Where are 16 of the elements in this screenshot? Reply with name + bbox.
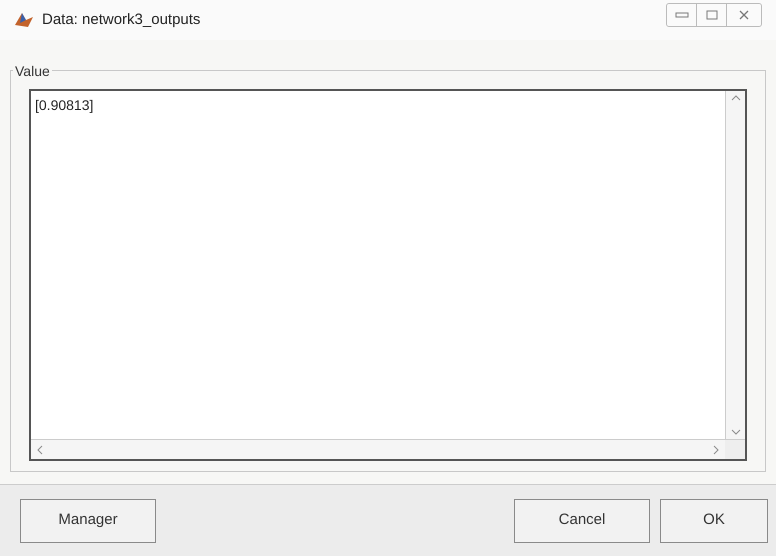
value-field[interactable]: [0.90813] (29, 89, 747, 461)
ok-button[interactable]: OK (660, 498, 768, 542)
scroll-left-icon (37, 444, 43, 454)
window-title: Data: network3_outputs (42, 10, 200, 30)
minimize-icon (674, 11, 688, 19)
vertical-scrollbar[interactable] (725, 91, 745, 439)
manager-button[interactable]: Manager (20, 498, 156, 542)
maximize-icon (706, 10, 718, 20)
scroll-up-icon (730, 95, 740, 101)
cancel-button[interactable]: Cancel (514, 498, 650, 542)
scroll-right-icon (713, 444, 719, 454)
app-icon (14, 11, 34, 29)
horizontal-scrollbar[interactable] (31, 440, 725, 459)
scroll-down-icon (730, 429, 740, 435)
close-icon (739, 10, 749, 20)
scrollbar-corner (725, 440, 745, 459)
